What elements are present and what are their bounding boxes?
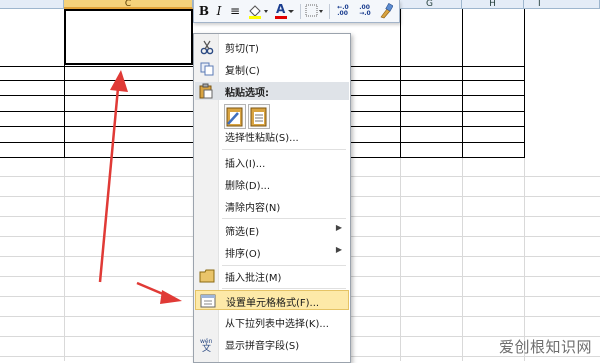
right-arrow-annotation — [136, 281, 182, 304]
up-arrow-annotation — [98, 70, 128, 283]
annotation-arrows — [98, 70, 182, 304]
watermark: 爱创根知识网 — [498, 338, 592, 356]
